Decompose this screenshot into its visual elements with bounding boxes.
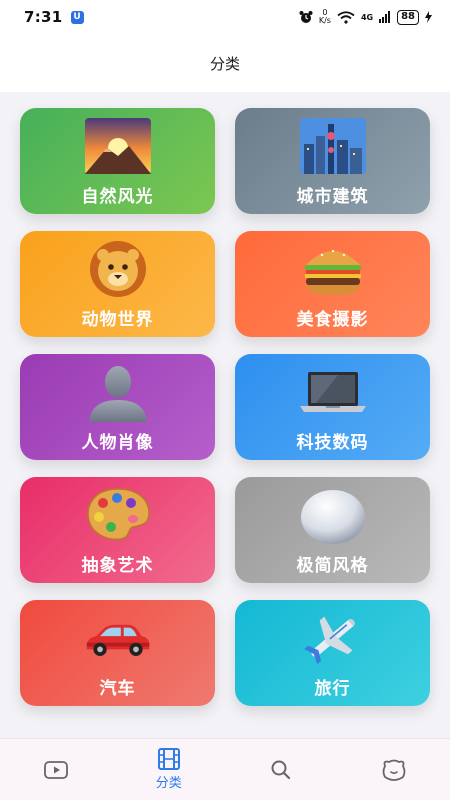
video-icon xyxy=(44,760,69,779)
category-label: 汽车 xyxy=(99,679,136,699)
film-icon xyxy=(157,748,180,770)
category-label: 城市建筑 xyxy=(296,187,369,207)
status-bar: 7:31 U 0 K/s 4G 88 xyxy=(0,0,450,34)
battery-indicator: 88 xyxy=(397,9,419,25)
city-skyline-icon xyxy=(298,116,368,176)
status-time: 7:31 xyxy=(24,8,63,26)
category-grid: 自然风光 城市建筑 动物世界 美食摄影 人物肖像 科技数码 抽象艺术 极简风格 … xyxy=(20,108,430,706)
tab-category-label: 分类 xyxy=(155,776,182,791)
search-icon xyxy=(271,760,291,779)
wifi-icon xyxy=(337,10,355,24)
person-silhouette-icon xyxy=(83,362,153,422)
category-card-travel[interactable]: 旅行 xyxy=(235,600,430,706)
category-card-car[interactable]: 汽车 xyxy=(20,600,215,706)
category-label: 抽象艺术 xyxy=(81,556,154,576)
airplane-icon xyxy=(298,608,368,668)
category-label: 自然风光 xyxy=(81,187,154,207)
profile-face-icon xyxy=(382,759,406,781)
sunrise-mountain-icon xyxy=(83,116,153,176)
net-speed: 0 K/s xyxy=(319,9,331,25)
artist-palette-icon xyxy=(83,485,153,545)
category-card-people[interactable]: 人物肖像 xyxy=(20,354,215,460)
category-card-animal[interactable]: 动物世界 xyxy=(20,231,215,337)
category-card-tech[interactable]: 科技数码 xyxy=(235,354,430,460)
bottom-tab-bar: 分类 xyxy=(0,738,450,800)
net-speed-unit: K/s xyxy=(318,16,331,25)
lion-face-icon xyxy=(83,239,153,299)
hamburger-icon xyxy=(298,239,368,299)
category-card-abstract[interactable]: 抽象艺术 xyxy=(20,477,215,583)
page-title: 分类 xyxy=(209,54,240,73)
category-label: 极简风格 xyxy=(296,556,369,576)
tab-profile[interactable] xyxy=(354,758,434,782)
status-left: 7:31 U xyxy=(24,8,84,26)
category-card-nature[interactable]: 自然风光 xyxy=(20,108,215,214)
white-sphere-icon xyxy=(298,485,368,545)
signal-icon xyxy=(379,11,391,23)
category-card-city[interactable]: 城市建筑 xyxy=(235,108,430,214)
tab-search[interactable] xyxy=(241,759,321,781)
category-label: 科技数码 xyxy=(296,433,369,453)
category-card-food[interactable]: 美食摄影 xyxy=(235,231,430,337)
category-label: 动物世界 xyxy=(81,310,154,330)
alarm-icon xyxy=(299,11,313,23)
tab-category[interactable]: 分类 xyxy=(129,748,209,791)
category-card-minimal[interactable]: 极简风格 xyxy=(235,477,430,583)
category-label: 人物肖像 xyxy=(81,433,154,453)
network-type: 4G xyxy=(360,12,374,22)
laptop-icon xyxy=(298,362,368,422)
category-label: 旅行 xyxy=(314,679,351,699)
app-notification-icon: U xyxy=(70,10,84,24)
car-icon xyxy=(83,608,153,668)
page-header: 分类 xyxy=(0,34,450,92)
status-right: 0 K/s 4G 88 xyxy=(299,9,432,25)
tab-video[interactable] xyxy=(16,759,96,781)
category-label: 美食摄影 xyxy=(296,310,369,330)
charging-icon xyxy=(425,11,432,23)
